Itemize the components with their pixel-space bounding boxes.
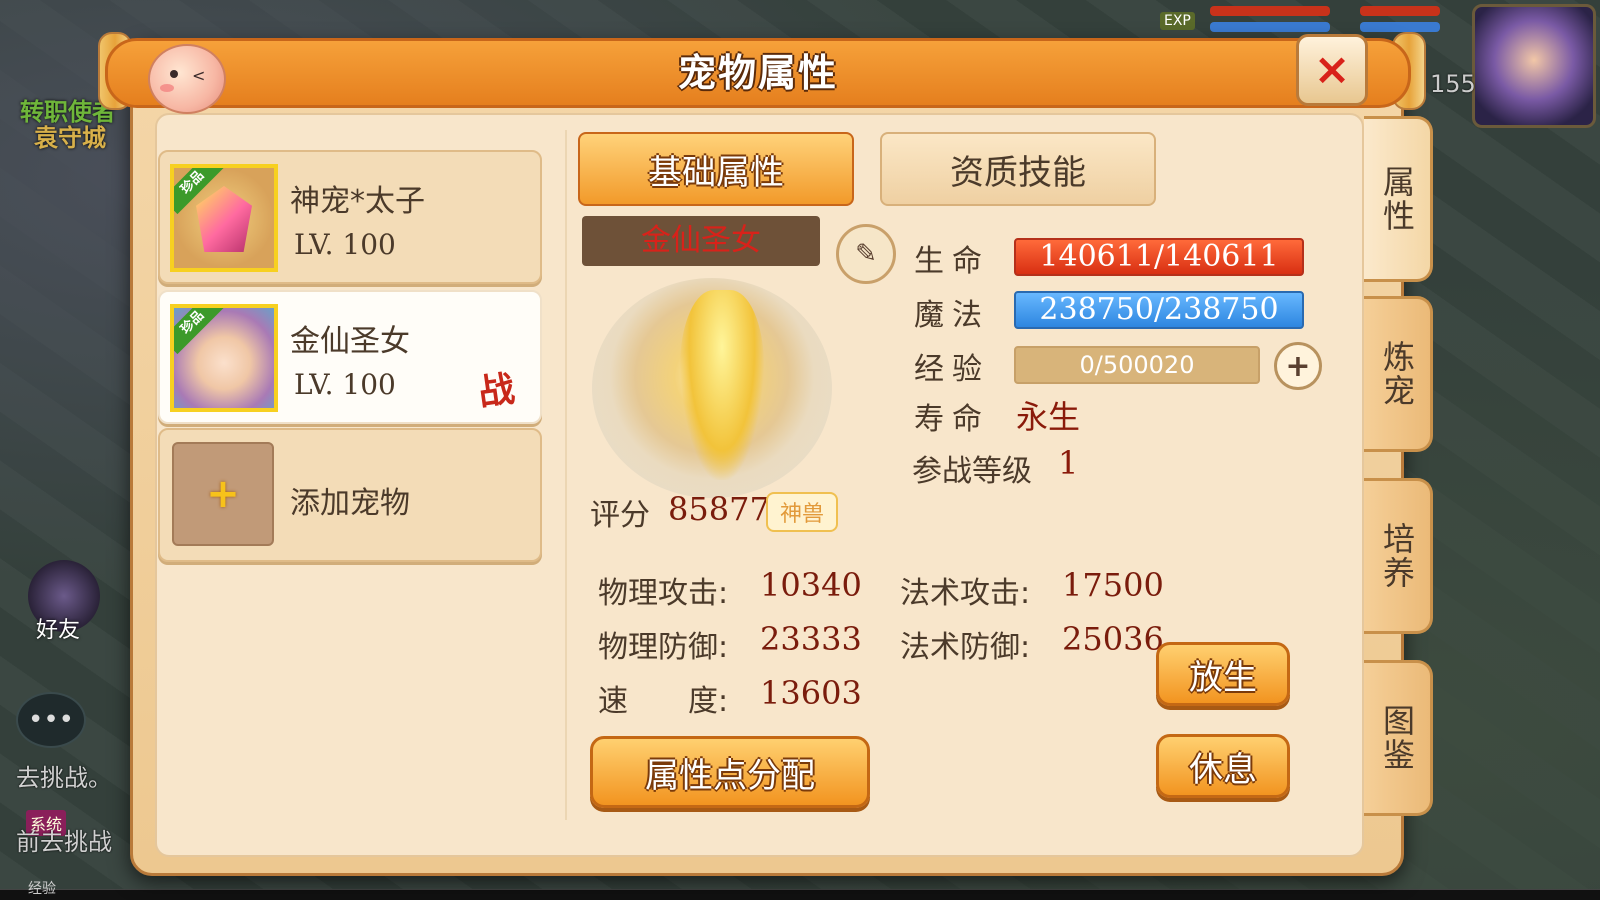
player-level: 155 [1430, 70, 1476, 98]
plus-icon: + [206, 471, 240, 517]
phys-atk-value: 10340 [760, 566, 862, 604]
mascot-icon: < [148, 44, 226, 114]
exp-bar-label: 经验 [28, 881, 56, 897]
in-battle-icon: 战 [475, 368, 518, 415]
pet-level: LV. 100 [294, 368, 396, 401]
mp-bar: 238750/238750 [1014, 291, 1304, 329]
rename-button[interactable]: ✎ [836, 224, 896, 284]
chat-line-1: 去挑战。 [16, 764, 112, 792]
battle-level-value: 1 [1058, 444, 1079, 482]
phys-atk-label: 物理攻击: [598, 576, 729, 611]
score-value: 85877 [668, 490, 770, 528]
hp-label: 生命 [914, 244, 990, 279]
hp-bar: 140611/140611 [1014, 238, 1304, 276]
side-tab-refine[interactable]: 炼宠 [1364, 296, 1433, 452]
battle-level-label: 参战等级 [912, 454, 1032, 489]
magic-def-value: 25036 [1062, 620, 1164, 658]
pet-name: 金仙圣女 [290, 324, 410, 359]
phys-def-label: 物理防御: [598, 630, 729, 665]
release-button[interactable]: 放生 [1156, 642, 1290, 706]
chat-bubble-icon[interactable]: ••• [16, 692, 86, 748]
lifespan-label: 寿命 [914, 402, 990, 437]
player-status-bars [1210, 4, 1480, 38]
exp-badge: EXP [1160, 12, 1195, 30]
exp-progress-bar [0, 889, 1600, 900]
pet-name: 神宠*太子 [290, 184, 425, 219]
side-tab-codex[interactable]: 图鉴 [1364, 660, 1433, 816]
add-pet-button[interactable]: + 添加宠物 [158, 428, 542, 562]
speed-value: 13603 [760, 674, 862, 712]
city-name-text: 袁守城 [34, 124, 106, 152]
pet-figure-image [680, 290, 764, 480]
edit-icon: ✎ [855, 239, 877, 269]
lifespan-value: 永生 [1016, 398, 1081, 436]
pet-list-item-taizi[interactable]: 珍品 神宠*太子 LV. 100 [158, 150, 542, 284]
tab-basic-attributes[interactable]: 基础属性 [578, 132, 854, 206]
pet-level: LV. 100 [294, 228, 396, 261]
mp-label: 魔法 [914, 298, 990, 333]
score-label: 评分 [590, 498, 650, 533]
rarity-tag: 珍品 [174, 308, 225, 355]
exp-bar: 0/500020 [1014, 346, 1260, 384]
tab-aptitude-skills[interactable]: 资质技能 [880, 132, 1156, 206]
phys-def-value: 23333 [760, 620, 862, 658]
pet-thumbnail: 珍品 [170, 164, 278, 272]
add-exp-button[interactable]: + [1274, 342, 1322, 390]
dialog-title-bar: 宠物属性 [105, 38, 1411, 108]
rank-badge: 神兽 [766, 492, 839, 532]
close-icon: × [1313, 44, 1351, 95]
exp-label: 经验 [914, 352, 990, 387]
magic-def-label: 法术防御: [900, 630, 1031, 665]
pet-thumbnail: 珍品 [170, 304, 278, 412]
allocate-points-button[interactable]: 属性点分配 [590, 736, 870, 808]
friend-label: 好友 [36, 618, 81, 643]
pet-name-plate: 金仙圣女 [582, 216, 820, 266]
gem-icon [196, 186, 252, 252]
dialog-title: 宠物属性 [677, 51, 838, 95]
add-pet-slot: + [172, 442, 274, 546]
player-avatar[interactable] [1472, 4, 1596, 128]
chat-line-2: 前去挑战 [16, 828, 112, 856]
close-button[interactable]: × [1296, 34, 1368, 106]
side-tab-attributes[interactable]: 属性 [1364, 116, 1433, 282]
pet-list-item-jinxian[interactable]: 珍品 金仙圣女 LV. 100 战 [158, 290, 542, 424]
rest-button[interactable]: 休息 [1156, 734, 1290, 798]
side-tab-train[interactable]: 培养 [1364, 478, 1433, 634]
magic-atk-value: 17500 [1062, 566, 1164, 604]
panel-divider [565, 130, 567, 820]
magic-atk-label: 法术攻击: [900, 576, 1031, 611]
add-pet-label: 添加宠物 [290, 486, 410, 521]
speed-label: 速 度: [598, 684, 729, 719]
